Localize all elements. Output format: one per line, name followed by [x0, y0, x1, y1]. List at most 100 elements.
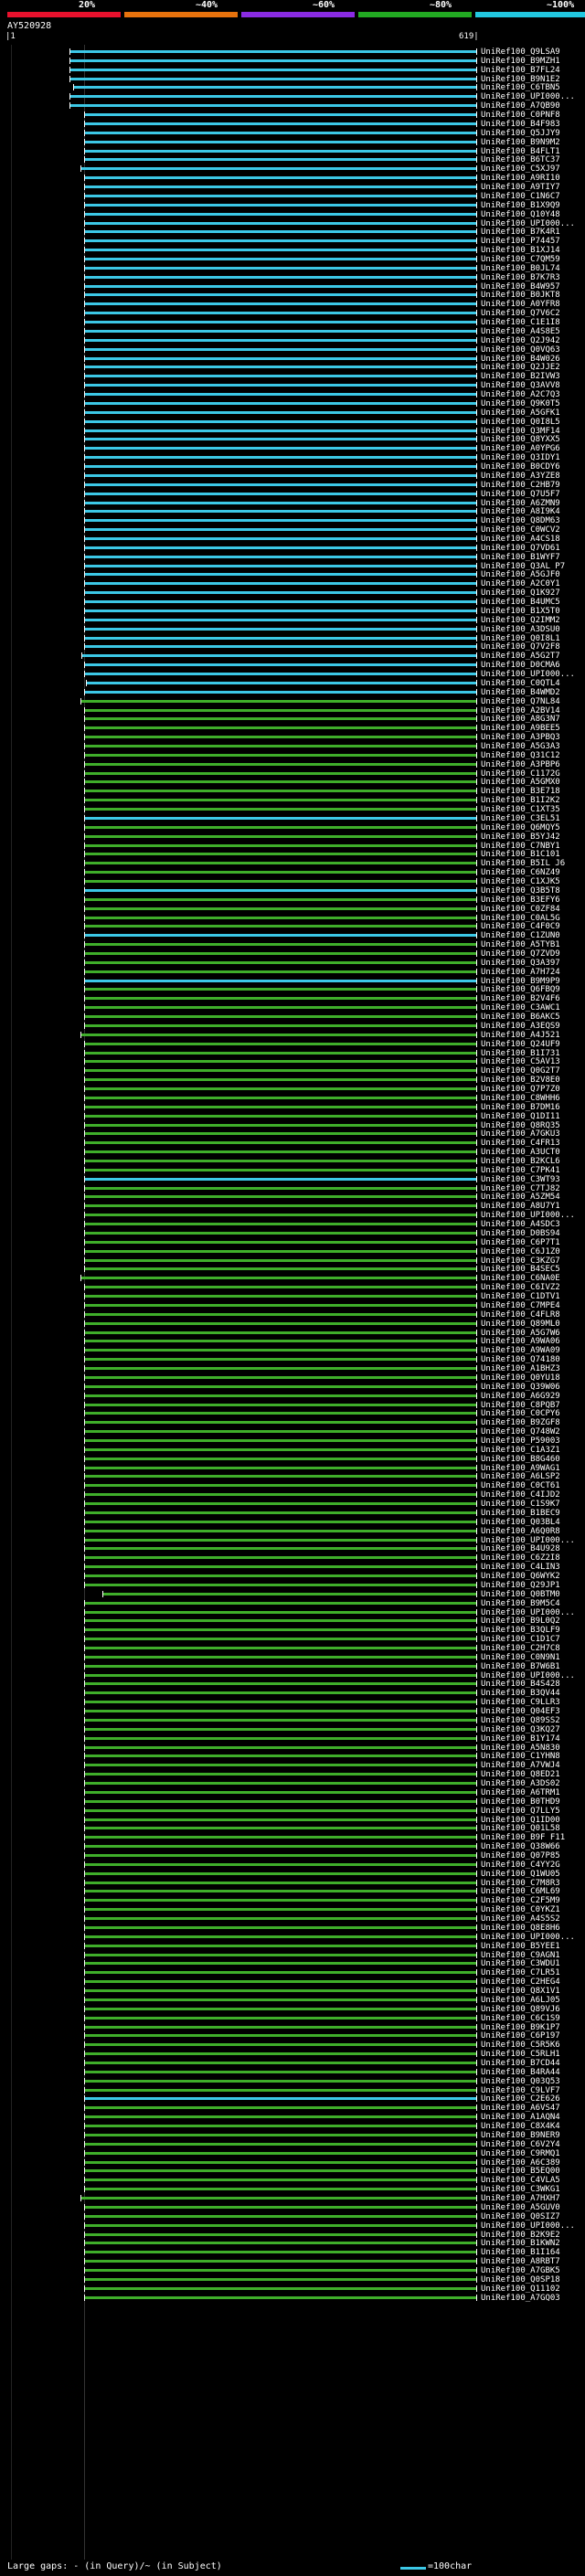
hit-row[interactable]: UniRef100_B1BEC9 [0, 1509, 585, 1518]
hit-alignment-bar[interactable] [83, 736, 478, 739]
hit-alignment-bar[interactable] [80, 1277, 478, 1280]
hit-row[interactable]: UniRef100_Q11102 [0, 2284, 585, 2294]
hit-row[interactable]: UniRef100_C9AGN1 [0, 1951, 585, 1960]
hit-alignment-bar[interactable] [83, 1475, 478, 1479]
hit-row[interactable]: UniRef100_B5IL J6 [0, 859, 585, 868]
hit-row[interactable]: UniRef100_B0THD9 [0, 1797, 585, 1807]
hit-row[interactable]: UniRef100_UPI000... [0, 92, 585, 101]
hit-label[interactable]: UniRef100_Q3MF14 [481, 427, 560, 436]
hit-row[interactable]: UniRef100_Q7P7Z0 [0, 1085, 585, 1094]
hit-label[interactable]: UniRef100_Q1K927 [481, 588, 560, 598]
hit-row[interactable]: UniRef100_C1A3Z1 [0, 1446, 585, 1455]
hit-label[interactable]: UniRef100_C0PNF8 [481, 111, 560, 120]
hit-alignment-bar[interactable] [83, 266, 478, 270]
hit-alignment-bar[interactable] [83, 1745, 478, 1749]
hit-label[interactable]: UniRef100_B2V4F6 [481, 994, 560, 1003]
hit-label[interactable]: UniRef100_C6IVZ2 [481, 1283, 560, 1292]
hit-alignment-bar[interactable] [83, 1701, 478, 1704]
hit-label[interactable]: UniRef100_A5ZM54 [481, 1193, 560, 1202]
hit-label[interactable]: UniRef100_Q0G2T7 [481, 1066, 560, 1076]
hit-row[interactable]: UniRef100_B1XJ14 [0, 246, 585, 255]
hit-label[interactable]: UniRef100_B4WMD2 [481, 688, 560, 697]
hit-row[interactable]: UniRef100_A4J521 [0, 1031, 585, 1040]
hit-label[interactable]: UniRef100_B1X5T0 [481, 607, 560, 616]
hit-alignment-bar[interactable] [83, 1141, 478, 1145]
hit-row[interactable]: UniRef100_C3KZG7 [0, 1256, 585, 1266]
hit-alignment-bar[interactable] [83, 1619, 478, 1623]
hit-row[interactable]: UniRef100_C4FR13 [0, 1139, 585, 1148]
hit-label[interactable]: UniRef100_B4SEC5 [481, 1265, 560, 1274]
hit-label[interactable]: UniRef100_B0CDY6 [481, 462, 560, 472]
hit-alignment-bar[interactable] [83, 2151, 478, 2155]
hit-label[interactable]: UniRef100_Q89ML0 [481, 1320, 560, 1329]
hit-row[interactable]: UniRef100_Q2IMM2 [0, 616, 585, 625]
hit-label[interactable]: UniRef100_B4UMC5 [481, 598, 560, 607]
hit-row[interactable]: UniRef100_P59003 [0, 1436, 585, 1446]
hit-row[interactable]: UniRef100_B9K1P7 [0, 2023, 585, 2032]
hit-alignment-bar[interactable] [83, 1023, 478, 1027]
hit-row[interactable]: UniRef100_C7LR51 [0, 1968, 585, 1977]
hit-alignment-bar[interactable] [83, 1836, 478, 1839]
hit-alignment-bar[interactable] [83, 1340, 478, 1343]
hit-row[interactable]: UniRef100_D0CMA6 [0, 661, 585, 670]
hit-label[interactable]: UniRef100_A0YPG6 [481, 444, 560, 453]
hit-alignment-bar[interactable] [83, 221, 478, 225]
hit-label[interactable]: UniRef100_Q7P7Z0 [481, 1085, 560, 1094]
hit-alignment-bar[interactable] [83, 329, 478, 333]
hit-label[interactable]: UniRef100_Q5JJY9 [481, 129, 560, 138]
hit-label[interactable]: UniRef100_C9LLR3 [481, 1698, 560, 1707]
hit-label[interactable]: UniRef100_C9RMQ1 [481, 2149, 560, 2158]
hit-alignment-bar[interactable] [83, 555, 478, 558]
hit-label[interactable]: UniRef100_A8I9K4 [481, 507, 560, 516]
hit-alignment-bar[interactable] [83, 1908, 478, 1912]
hit-row[interactable]: UniRef100_C6C1S9 [0, 2014, 585, 2023]
hit-row[interactable]: UniRef100_C6ML69 [0, 1887, 585, 1896]
hit-row[interactable]: UniRef100_C2H7C8 [0, 1644, 585, 1653]
hit-alignment-bar[interactable] [83, 113, 478, 117]
hit-alignment-bar[interactable] [83, 419, 478, 423]
hit-label[interactable]: UniRef100_Q1ID00 [481, 1816, 560, 1825]
hit-alignment-bar[interactable] [83, 1773, 478, 1776]
hit-row[interactable]: UniRef100_UPI000... [0, 670, 585, 679]
hit-alignment-bar[interactable] [83, 384, 478, 387]
hit-alignment-bar[interactable] [83, 194, 478, 197]
hit-label[interactable]: UniRef100_A9BEE5 [481, 724, 560, 733]
hit-alignment-bar[interactable] [83, 2251, 478, 2254]
hit-label[interactable]: UniRef100_B1X9Q9 [481, 201, 560, 210]
hit-label[interactable]: UniRef100_A7HXH7 [481, 2194, 560, 2203]
hit-label[interactable]: UniRef100_A7H724 [481, 968, 560, 977]
hit-alignment-bar[interactable] [83, 790, 478, 793]
hit-label[interactable]: UniRef100_Q7NL84 [481, 697, 560, 706]
hit-row[interactable]: UniRef100_A7GQ03 [0, 2294, 585, 2303]
hit-row[interactable]: UniRef100_C1ZUN0 [0, 931, 585, 940]
hit-alignment-bar[interactable] [83, 456, 478, 460]
hit-alignment-bar[interactable] [83, 1736, 478, 1740]
hit-label[interactable]: UniRef100_A5G2T7 [481, 652, 560, 661]
hit-label[interactable]: UniRef100_B5YJ42 [481, 832, 560, 842]
hit-row[interactable]: UniRef100_B6AKC5 [0, 1012, 585, 1022]
hit-label[interactable]: UniRef100_B2V8E0 [481, 1076, 560, 1085]
hit-row[interactable]: UniRef100_B2V8E0 [0, 1076, 585, 1085]
hit-row[interactable]: UniRef100_UPI000... [0, 219, 585, 228]
hit-row[interactable]: UniRef100_A0YPG6 [0, 444, 585, 453]
hit-alignment-bar[interactable] [83, 1862, 478, 1866]
hit-label[interactable]: UniRef100_C1A3Z1 [481, 1446, 560, 1455]
hit-alignment-bar[interactable] [83, 1078, 478, 1082]
hit-label[interactable]: UniRef100_C1E1I8 [481, 318, 560, 327]
hit-alignment-bar[interactable] [83, 1808, 478, 1812]
hit-alignment-bar[interactable] [83, 1511, 478, 1514]
hit-label[interactable]: UniRef100_C7LR51 [481, 1968, 560, 1977]
hit-alignment-bar[interactable] [83, 2188, 478, 2191]
hit-alignment-bar[interactable] [83, 780, 478, 784]
hit-row[interactable]: UniRef100_A6TRM1 [0, 1788, 585, 1797]
hit-alignment-bar[interactable] [83, 717, 478, 721]
hit-label[interactable]: UniRef100_C2HEG4 [481, 1977, 560, 1987]
hit-label[interactable]: UniRef100_A9WA09 [481, 1346, 560, 1355]
hit-row[interactable]: UniRef100_B5YJ42 [0, 832, 585, 842]
hit-row[interactable]: UniRef100_B1KWN2 [0, 2239, 585, 2248]
hit-row[interactable]: UniRef100_B1X9Q9 [0, 201, 585, 210]
hit-row[interactable]: UniRef100_C1DTV1 [0, 1292, 585, 1301]
hit-label[interactable]: UniRef100_Q0I8L1 [481, 634, 560, 643]
hit-alignment-bar[interactable] [83, 510, 478, 514]
hit-label[interactable]: UniRef100_Q7V2F8 [481, 642, 560, 652]
